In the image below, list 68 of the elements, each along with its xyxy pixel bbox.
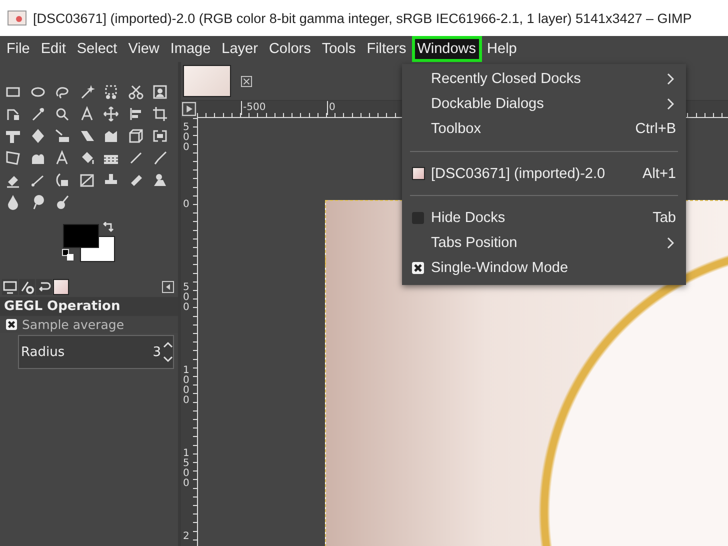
menu-entry[interactable]: Hide Docks Tab — [402, 205, 686, 230]
ruler-label: 1500 — [183, 449, 190, 489]
menu-entry[interactable]: Recently Closed Docks — [402, 66, 686, 92]
menu-item[interactable]: Image — [164, 36, 216, 62]
chevron-right-icon — [666, 98, 674, 110]
t-shape-icon[interactable] — [5, 128, 21, 144]
dock-menu-icon[interactable] — [162, 280, 174, 292]
image-tab-thumbnail[interactable] — [183, 65, 231, 97]
play-icon[interactable] — [182, 102, 196, 116]
cube-icon[interactable] — [128, 128, 144, 144]
menu-entry[interactable]: Dockable Dialogs — [402, 91, 686, 117]
align-icon[interactable] — [128, 106, 144, 122]
menu-entry[interactable]: [DSC03671] (imported)-2.0 Alt+1 — [402, 160, 686, 186]
image-thumbnail-tab[interactable] — [53, 278, 69, 294]
menu-item[interactable]: Tools — [316, 36, 362, 62]
close-icon[interactable] — [241, 76, 252, 86]
undo-arrow-icon[interactable] — [36, 278, 52, 294]
menu-item[interactable]: Filters — [361, 36, 412, 62]
checkbox[interactable] — [412, 212, 424, 224]
monitor-icon[interactable] — [2, 278, 18, 294]
wand-icon[interactable] — [78, 84, 94, 100]
ruler-label: -500 — [241, 101, 266, 115]
ruler-label: 500 — [183, 123, 190, 153]
text-tool-icon[interactable] — [54, 150, 70, 166]
move-icon[interactable] — [103, 106, 119, 122]
menu-entry[interactable]: Tabs Position — [402, 230, 686, 256]
swap-arrows-icon[interactable] — [102, 222, 114, 234]
dotted-square-icon[interactable] — [103, 84, 119, 100]
menu-item[interactable]: Windows — [412, 36, 482, 62]
tool-options-title: GEGL Operation — [0, 297, 178, 316]
checkbox[interactable] — [412, 262, 424, 274]
lasso-icon[interactable] — [54, 84, 70, 100]
menu-item[interactable]: Colors — [263, 36, 316, 62]
menu-item[interactable]: View — [122, 36, 165, 62]
menu-entry[interactable]: Toolbox Ctrl+B — [402, 116, 686, 142]
ruler-label: 2 — [183, 532, 190, 542]
menu-item[interactable]: Select — [71, 36, 123, 62]
checkbox[interactable] — [6, 319, 17, 330]
ruler-label: 500 — [183, 283, 190, 313]
diamond-icon[interactable] — [30, 128, 46, 144]
chevron-right-icon — [666, 72, 674, 85]
bracket-square-icon[interactable] — [152, 128, 168, 144]
ruler-label: 0 — [183, 200, 190, 210]
drop-icon[interactable] — [5, 194, 21, 210]
menu-entry[interactable]: Single-Window Mode — [402, 256, 686, 282]
frame-icon[interactable] — [5, 150, 21, 166]
window-title: [DSC03671] (imported)-2.0 (RGB color 8-bit gamma integer, sRGB IEC61966-2.1, 1 layer) 5141x3427 – GIMP — [33, 10, 692, 26]
radius-spin-field[interactable]: Radius 3 — [18, 335, 174, 369]
ruler-label: 1000 — [183, 366, 190, 406]
crop-icon[interactable] — [152, 106, 168, 122]
pencil-icon[interactable] — [128, 150, 144, 166]
chevron-right-icon — [666, 237, 674, 250]
checkbox-label: Sample average — [22, 317, 124, 332]
image-thumbnail-icon — [412, 167, 425, 180]
portrait-icon[interactable] — [152, 84, 168, 100]
menu-item[interactable]: File — [1, 36, 36, 62]
menu-item[interactable]: Help — [482, 36, 522, 62]
color-swatches-drawing[interactable] — [63, 224, 115, 262]
mini-swatches-icon[interactable] — [62, 249, 74, 261]
menu-item[interactable]: Layer — [216, 36, 264, 62]
brush-icon[interactable] — [152, 150, 168, 166]
menu-item[interactable]: Edit — [35, 36, 72, 62]
search-icon[interactable] — [54, 106, 70, 122]
parallelogram-icon[interactable] — [78, 128, 94, 144]
scissors-icon[interactable] — [128, 84, 144, 100]
eyedropper-icon[interactable] — [30, 106, 46, 122]
ruler-label: 0 — [327, 101, 336, 115]
app-icon — [7, 8, 27, 28]
